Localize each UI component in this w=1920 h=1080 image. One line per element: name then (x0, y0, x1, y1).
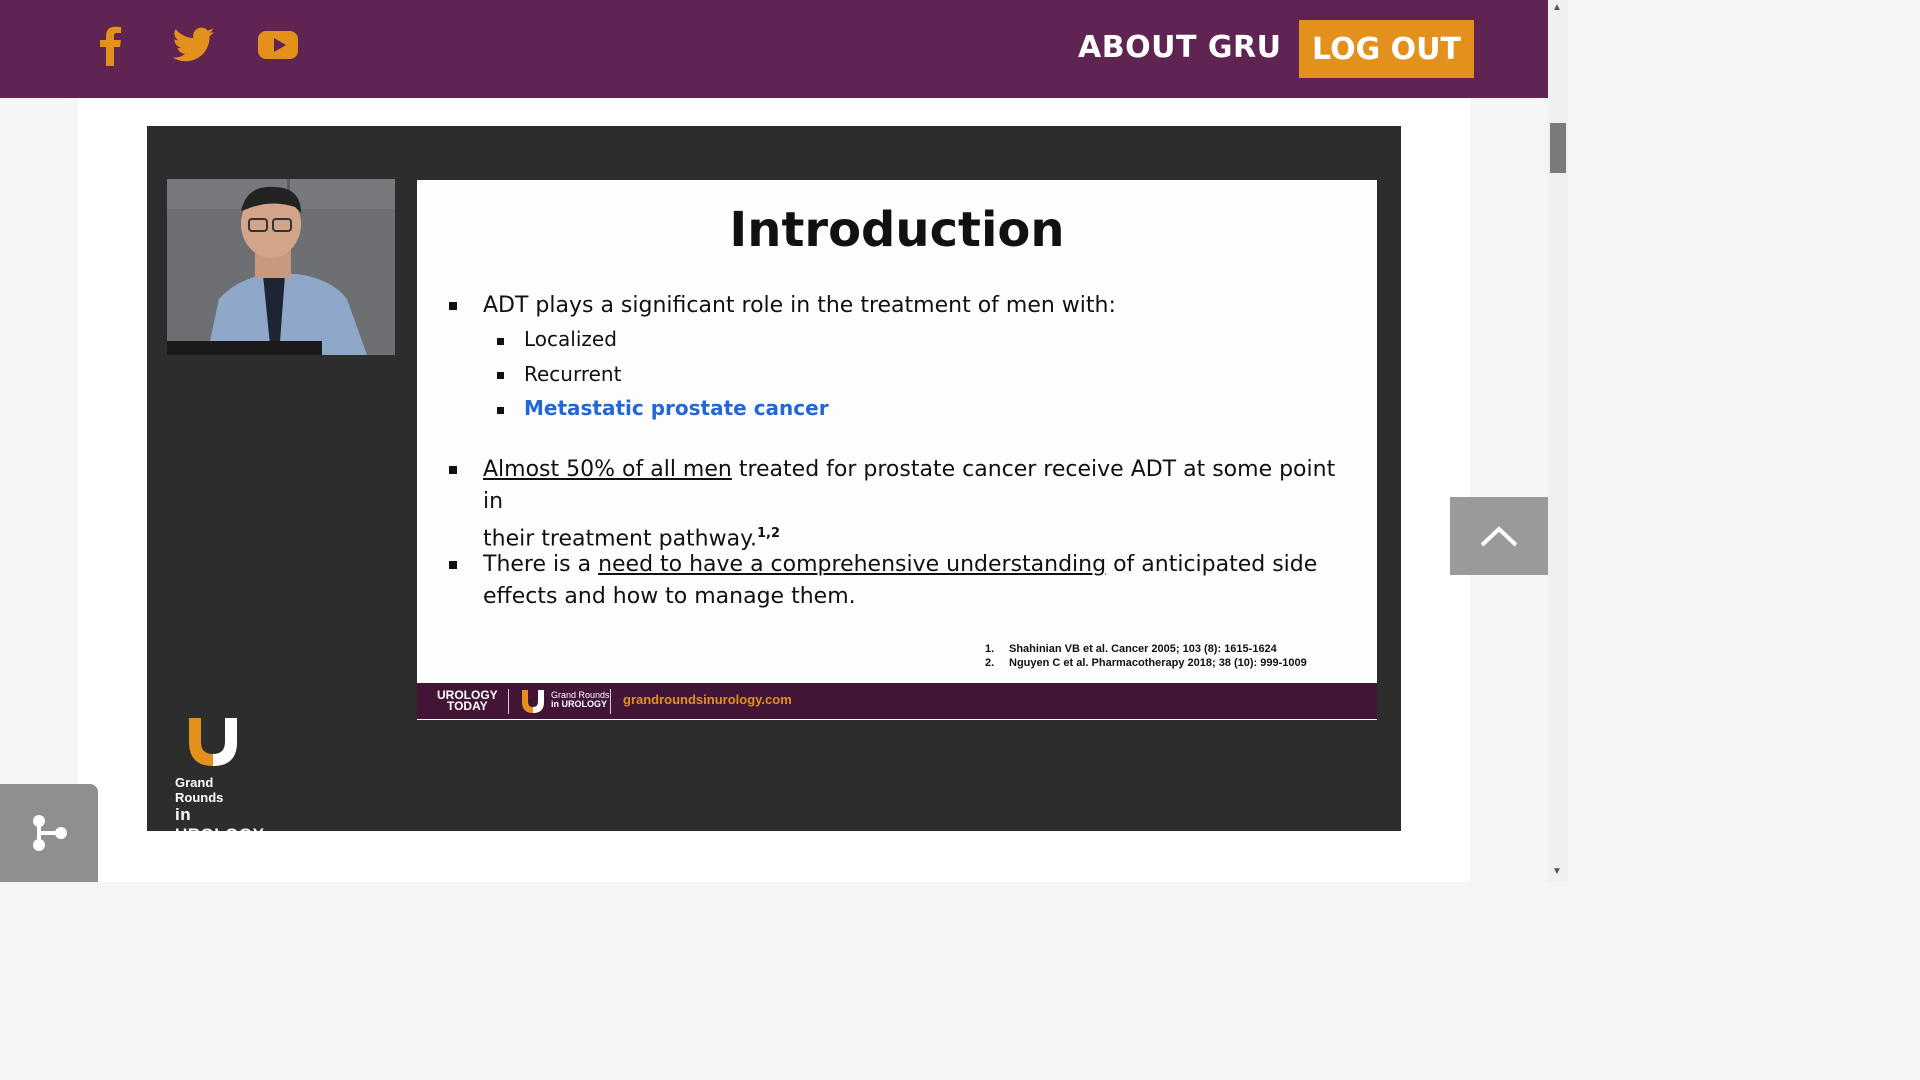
urology-today-logo: UROLOGY TODAY (437, 688, 498, 713)
presentation-slide: Introduction ADT plays a significant rol… (417, 180, 1377, 720)
footer-divider (610, 689, 611, 714)
slide-footer-bar: UROLOGY TODAY Grand Rounds in UROLOGY gran… (417, 683, 1377, 719)
bullet-2-emphasis: Almost 50% of all men (483, 457, 732, 482)
footer-website: grandroundsinurology.com (623, 692, 792, 707)
slide-title: Introduction (729, 202, 1065, 258)
sub-item-metastatic: Metastatic prostate cancer (524, 396, 829, 420)
bullet-3-post: of anticipated side (1106, 552, 1318, 577)
gru-u-logo-icon (189, 718, 237, 766)
sub-bullet-marker (497, 407, 504, 414)
speaker-video-inset (167, 179, 395, 355)
bullet-marker (449, 561, 457, 569)
footer-divider (508, 689, 509, 714)
bullet-3-emphasis: need to have a comprehensive understandi… (598, 552, 1107, 577)
bullet-2-line2: their treatment pathway. (483, 526, 757, 552)
scroll-down-arrow-icon[interactable]: ▼ (1552, 866, 1562, 877)
share-widget-button[interactable] (0, 784, 98, 882)
bullet-3-line2: effects and how to manage them. (483, 584, 856, 609)
bullet-3-text: There is a need to have a comprehensive … (483, 549, 1353, 613)
gru-mini-wordmark: Grand Rounds in UROLOGY (551, 690, 610, 709)
bullet-3-pre: There is a (483, 552, 599, 577)
sub-item-recurrent: Recurrent (524, 362, 622, 386)
citation-superscript: 1,2 (756, 526, 781, 541)
sub-bullet-marker (497, 338, 504, 345)
reference-1: 1. Shahinian VB et al. Cancer 2005; 103 (… (985, 643, 1277, 655)
scroll-up-arrow-icon[interactable]: ▲ (1552, 2, 1562, 13)
sub-bullet-marker (497, 372, 504, 379)
top-navigation-bar: ABOUT GRU LOG OUT (0, 0, 1548, 98)
about-gru-link[interactable]: ABOUT GRU (1078, 30, 1281, 65)
sub-item-localized: Localized (524, 327, 617, 351)
reference-2: 2. Nguyen C et al. Pharmacotherapy 2018; … (985, 657, 1307, 669)
logo-line-2: in UROLOGY. (175, 805, 268, 844)
share-nodes-icon (33, 815, 67, 851)
slide-references: 1. Shahinian VB et al. Cancer 2005; 103 (… (985, 642, 1307, 670)
bullet-2-text: Almost 50% of all men treated for prosta… (483, 454, 1353, 555)
gru-u-logo-icon (522, 690, 544, 713)
youtube-icon[interactable] (256, 24, 300, 66)
chevron-up-icon (1480, 526, 1518, 547)
twitter-icon[interactable] (172, 24, 216, 66)
bullet-marker (449, 302, 457, 310)
facebook-icon[interactable] (96, 24, 124, 66)
logout-button[interactable]: LOG OUT (1299, 20, 1474, 78)
logo-line-1: Grand Rounds (175, 775, 224, 805)
grand-rounds-logo: Grand Rounds in UROLOGY. (175, 716, 268, 845)
bullet-1-text: ADT plays a significant role in the trea… (483, 293, 1116, 318)
scroll-to-top-button[interactable] (1450, 497, 1548, 575)
video-player[interactable]: Introduction ADT plays a significant rol… (147, 126, 1401, 844)
scrollbar-thumb[interactable] (1550, 123, 1566, 173)
bullet-marker (449, 466, 457, 474)
